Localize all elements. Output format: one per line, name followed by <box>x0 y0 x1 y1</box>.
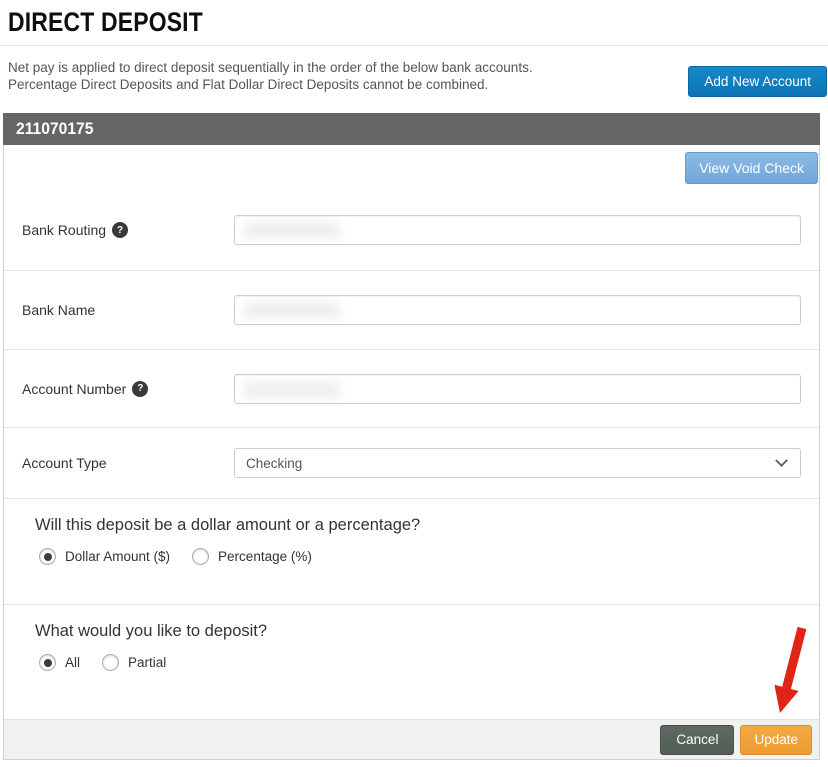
account-panel-header: 211070175 <box>3 113 820 145</box>
account-type-select[interactable]: Checking <box>234 448 801 478</box>
page-title: DIRECT DEPOSIT <box>8 7 705 38</box>
intro-line-2: Percentage Direct Deposits and Flat Doll… <box>8 77 533 94</box>
account-number-input[interactable] <box>234 374 801 404</box>
bank-routing-number-heading: 211070175 <box>16 119 93 139</box>
intro-line-1: Net pay is applied to direct deposit seq… <box>8 60 533 77</box>
account-type-label: Account Type <box>22 455 234 471</box>
dollar-amount-radio-option[interactable]: Dollar Amount ($) <box>39 548 170 565</box>
redacted-value-blur <box>244 222 340 239</box>
radio-button-icon[interactable] <box>192 548 209 565</box>
bank-routing-label-text: Bank Routing <box>22 222 106 238</box>
redacted-value-blur <box>244 302 340 319</box>
account-number-row: Account Number ? <box>4 350 819 428</box>
void-check-row: View Void Check <box>4 145 819 190</box>
percentage-radio-option[interactable]: Percentage (%) <box>192 548 312 565</box>
direct-deposit-account-panel: 211070175 View Void Check Bank Routing ?… <box>3 113 820 760</box>
intro-text: Net pay is applied to direct deposit seq… <box>8 60 533 94</box>
bank-routing-help-icon[interactable]: ? <box>112 222 128 238</box>
partial-radio-label: Partial <box>128 655 166 670</box>
account-type-row: Account Type Checking <box>4 428 819 499</box>
bank-routing-label: Bank Routing ? <box>22 222 234 238</box>
account-panel-footer: Cancel Update <box>3 719 820 760</box>
amount-or-percentage-question: Will this deposit be a dollar amount or … <box>35 516 801 535</box>
cancel-button[interactable]: Cancel <box>660 725 734 755</box>
amount-or-percentage-section: Will this deposit be a dollar amount or … <box>4 499 819 605</box>
dollar-amount-radio-label: Dollar Amount ($) <box>65 549 170 564</box>
radio-button-icon[interactable] <box>102 654 119 671</box>
redacted-value-blur <box>244 381 340 398</box>
bank-name-control <box>234 295 801 325</box>
all-radio-option[interactable]: All <box>39 654 80 671</box>
bank-name-label: Bank Name <box>22 302 234 318</box>
percentage-radio-label: Percentage (%) <box>218 549 312 564</box>
radio-button-icon[interactable] <box>39 654 56 671</box>
account-number-control <box>234 374 801 404</box>
view-void-check-button[interactable]: View Void Check <box>685 152 818 184</box>
deposit-portion-question: What would you like to deposit? <box>35 622 801 641</box>
bank-name-label-text: Bank Name <box>22 302 95 318</box>
account-number-label: Account Number ? <box>22 381 234 397</box>
bank-routing-input[interactable] <box>234 215 801 245</box>
all-radio-label: All <box>65 655 80 670</box>
account-type-control: Checking <box>234 448 801 478</box>
chevron-down-icon <box>775 454 788 467</box>
radio-button-icon[interactable] <box>39 548 56 565</box>
account-type-selected-value: Checking <box>246 456 302 471</box>
update-button[interactable]: Update <box>740 725 812 755</box>
account-number-help-icon[interactable]: ? <box>132 381 148 397</box>
add-new-account-button[interactable]: Add New Account <box>688 66 827 97</box>
account-type-label-text: Account Type <box>22 455 107 471</box>
deposit-portion-options: All Partial <box>35 654 801 671</box>
account-number-label-text: Account Number <box>22 381 126 397</box>
bank-name-row: Bank Name <box>4 271 819 350</box>
deposit-portion-section: What would you like to deposit? All Part… <box>4 605 819 719</box>
bank-name-input[interactable] <box>234 295 801 325</box>
intro-row: Net pay is applied to direct deposit seq… <box>0 46 828 106</box>
amount-or-percentage-options: Dollar Amount ($) Percentage (%) <box>35 548 801 565</box>
partial-radio-option[interactable]: Partial <box>102 654 166 671</box>
bank-routing-control <box>234 215 801 245</box>
account-panel-body: View Void Check Bank Routing ? Bank Name <box>3 145 820 719</box>
bank-routing-row: Bank Routing ? <box>4 190 819 271</box>
